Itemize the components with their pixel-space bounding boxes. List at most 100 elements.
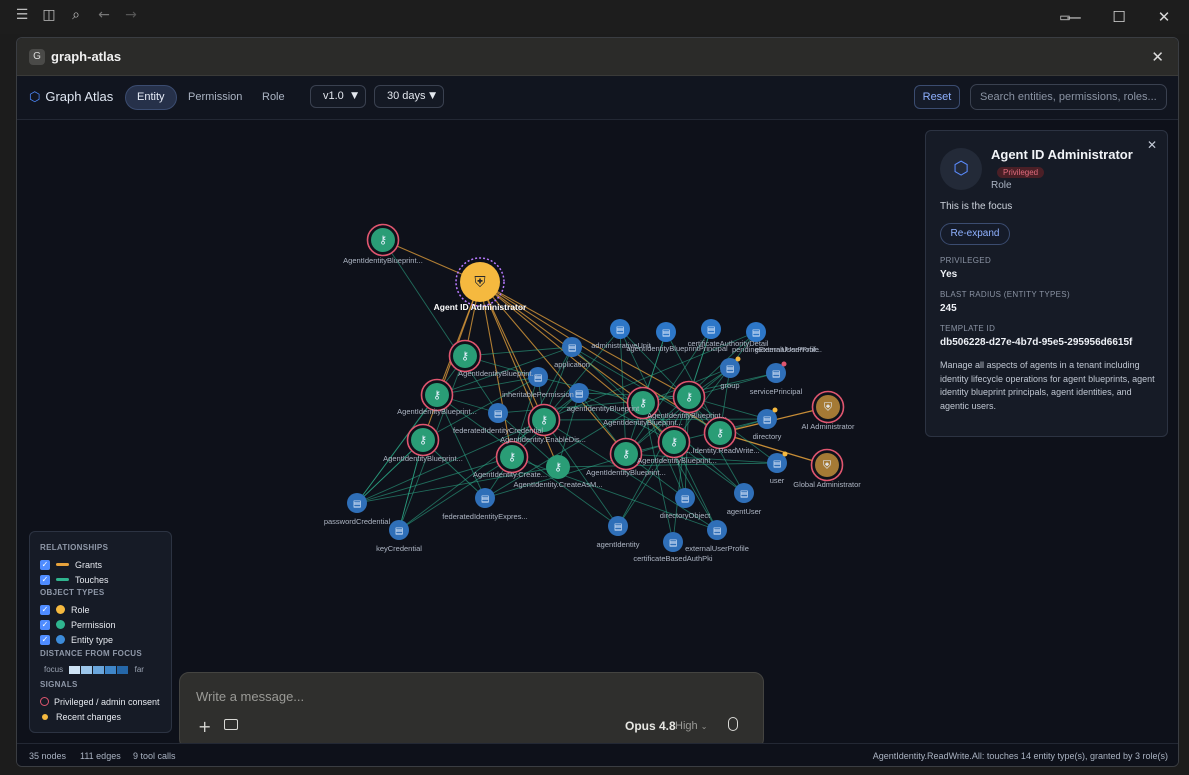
node-label: AgentIdentityBlueprint...	[343, 256, 423, 265]
model-selector[interactable]: Opus 4.8	[625, 719, 676, 733]
role-node[interactable]: ⛨	[811, 390, 845, 424]
reset-button[interactable]: Reset	[914, 85, 960, 109]
add-attachment-icon[interactable]: +	[198, 717, 211, 736]
key-icon: ⚷	[622, 448, 630, 461]
search-input[interactable]	[970, 84, 1167, 110]
message-composer[interactable]: Write a message... + Opus 4.8 High ⌄	[179, 672, 764, 749]
permission-node[interactable]: ⚷	[448, 339, 482, 373]
node-label: user	[770, 476, 785, 485]
permission-node[interactable]: ⚷	[420, 378, 454, 412]
distance-swatch	[117, 665, 129, 674]
search-icon[interactable]: ⌕	[67, 6, 85, 24]
permission-node[interactable]: ⚷	[495, 440, 529, 474]
legend-recent-row: Recent changes	[40, 711, 121, 723]
reexpand-button[interactable]: Re-expand	[940, 223, 1010, 245]
database-icon: ▤	[752, 329, 761, 339]
maximize-icon[interactable]: ☐	[1107, 6, 1131, 28]
database-icon: ▤	[395, 527, 404, 537]
entity-node[interactable]: ▤	[675, 488, 695, 508]
permission-node[interactable]: ⚷	[406, 423, 440, 457]
role-hexagon-icon: ⬡	[940, 148, 982, 190]
close-icon[interactable]: ✕	[1152, 6, 1176, 28]
microphone-icon[interactable]	[728, 717, 738, 731]
grants-edge	[479, 281, 690, 398]
role-node[interactable]: ⛨	[455, 257, 505, 307]
legend-permission-label: Permission	[71, 620, 116, 630]
back-arrow-icon[interactable]: ←	[95, 6, 113, 24]
node-label: directoryObject	[660, 511, 711, 520]
version-select[interactable]: v1.0 ▼	[310, 85, 366, 108]
sidebar-icon[interactable]: ◫	[40, 6, 58, 24]
key-icon: ⚷	[540, 414, 548, 427]
recent-change-dot-icon	[42, 713, 48, 720]
entity-node[interactable]: ▤	[389, 520, 409, 540]
legend-permission-row[interactable]: ✓ Permission	[40, 619, 116, 631]
node-label: AgentIdentity.EnableDis...	[500, 435, 586, 444]
database-icon: ▤	[726, 365, 735, 375]
key-icon: ⚷	[433, 389, 441, 402]
tab-role[interactable]: Role	[251, 85, 296, 110]
legend-distance-title: DISTANCE FROM FOCUS	[40, 649, 142, 658]
key-icon: ⚷	[716, 427, 724, 440]
tab-entity[interactable]: Entity	[125, 85, 177, 110]
detail-panel: ✕ ⬡ Agent ID Administrator Privileged Ro…	[925, 130, 1168, 437]
detail-type: Role	[991, 180, 1012, 191]
menu-icon[interactable]: ☰	[13, 6, 31, 24]
legend-grants-row[interactable]: ✓ Grants	[40, 559, 102, 571]
legend-role-row[interactable]: ✓ Role	[40, 604, 90, 616]
checkbox-checked-icon[interactable]: ✓	[40, 559, 50, 570]
permission-node[interactable]: ⚷	[366, 223, 400, 257]
entity-node[interactable]: ▤	[608, 516, 628, 536]
database-icon: ▤	[481, 495, 490, 505]
entity-node[interactable]: ▤	[347, 493, 367, 513]
permission-node[interactable]: ⚷	[657, 425, 691, 459]
permission-node[interactable]: ⚷	[546, 455, 570, 479]
node-label: externalUserProfile	[685, 544, 749, 553]
checkbox-checked-icon[interactable]: ✓	[40, 634, 50, 645]
close-panel-icon[interactable]: ✕	[1147, 138, 1157, 152]
role-node[interactable]: ⛨	[810, 448, 844, 482]
effort-selector[interactable]: High ⌄	[675, 720, 707, 732]
legend-touches-row[interactable]: ✓ Touches	[40, 574, 109, 586]
database-icon: ▤	[740, 490, 749, 500]
node-label: AgentIdentityBlueprint...	[458, 369, 538, 378]
checkbox-checked-icon[interactable]: ✓	[40, 574, 50, 585]
legend-grants-label: Grants	[75, 560, 103, 570]
entity-node[interactable]: ▤	[701, 319, 721, 339]
entity-node[interactable]: ▤	[562, 337, 582, 357]
database-icon: ▤	[763, 416, 772, 426]
detail-title: Agent ID Administrator	[991, 147, 1133, 162]
folder-icon[interactable]	[224, 719, 238, 730]
checkbox-checked-icon[interactable]: ✓	[40, 619, 50, 630]
tab-permission[interactable]: Permission	[177, 85, 253, 110]
node-label: ...Identity.ReadWrite...	[686, 446, 760, 455]
entity-node[interactable]: ▤	[734, 483, 754, 503]
checkbox-checked-icon[interactable]: ✓	[40, 604, 50, 615]
close-artifact-icon[interactable]: ✕	[1151, 48, 1164, 66]
distance-swatch	[93, 665, 105, 674]
node-label: passwordCredential	[324, 517, 391, 526]
node-count: 35 nodes	[29, 751, 67, 761]
entity-node[interactable]: ▤	[488, 403, 508, 423]
node-label: AgentIdentityBlueprint...	[647, 411, 727, 420]
range-select[interactable]: 30 days ▼	[374, 85, 444, 108]
legend-entity-row[interactable]: ✓ Entity type	[40, 634, 113, 646]
key-icon: ⚷	[554, 461, 562, 474]
message-input[interactable]: Write a message...	[196, 689, 304, 704]
minimize-icon[interactable]: —	[1062, 6, 1086, 28]
entity-node[interactable]: ▤	[610, 319, 630, 339]
key-icon: ⚷	[685, 391, 693, 404]
entity-node[interactable]: ▤	[707, 520, 727, 540]
entity-node[interactable]: ▤	[475, 488, 495, 508]
artifact-header: G graph-atlas ✕	[17, 38, 1178, 76]
legend-privileged-row: Privileged / admin consent	[40, 696, 160, 708]
legend-privileged-label: Privileged / admin consent	[54, 697, 160, 707]
hexagon-logo-icon: ⬡	[29, 90, 41, 105]
permission-dot-swatch	[56, 620, 65, 630]
entity-node[interactable]: ▤	[656, 322, 676, 342]
permission-node[interactable]: ⚷	[703, 416, 737, 450]
permission-node[interactable]: ⚷	[672, 380, 706, 414]
entity-node[interactable]: ▤	[663, 532, 683, 552]
privileged-value: Yes	[940, 269, 958, 280]
forward-arrow-icon[interactable]: →	[122, 6, 140, 24]
